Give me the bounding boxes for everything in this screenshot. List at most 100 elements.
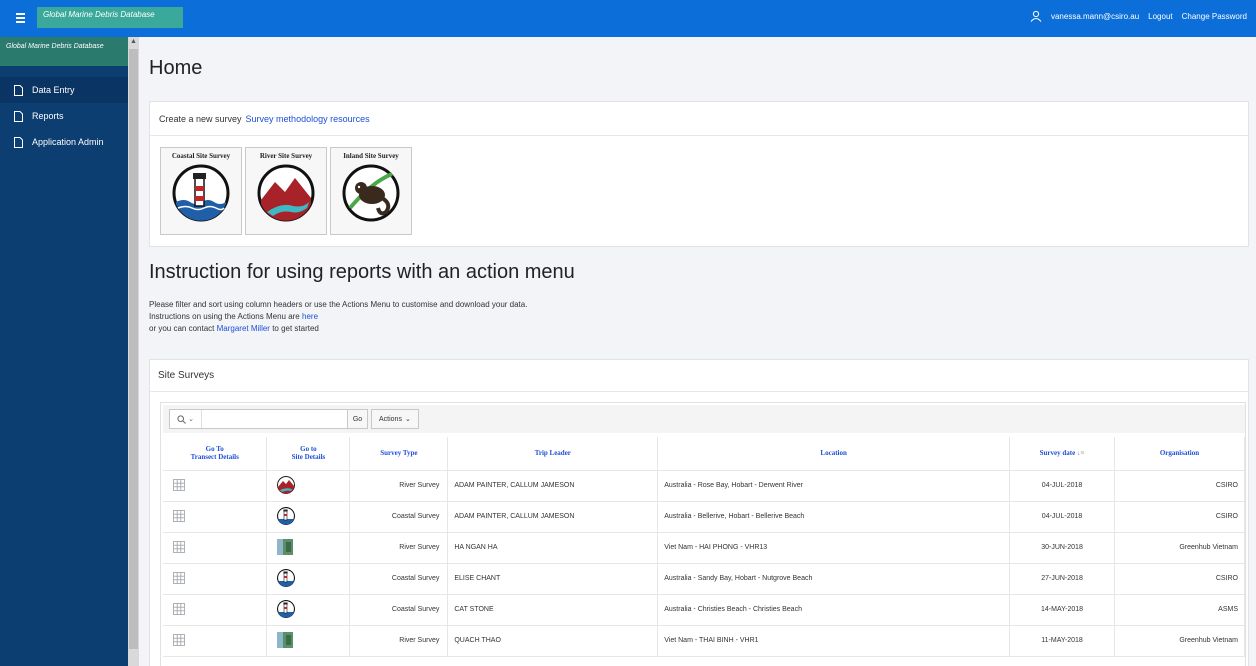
instructions-line-3-suffix: to get started: [272, 324, 319, 333]
transect-grid-icon[interactable]: [173, 509, 185, 524]
trip-leader-cell: QUACH THAO: [447, 625, 659, 657]
scroll-up-arrow-icon[interactable]: ▲: [130, 38, 137, 45]
sidebar-item-label: Data Entry: [32, 85, 75, 95]
trip-leader-cell: ELISE CHANT: [447, 563, 659, 595]
document-icon: [14, 136, 23, 148]
survey-type-cell: River Survey: [349, 532, 449, 564]
organisation-cell: ASMS: [1114, 594, 1245, 626]
lighthouse-icon[interactable]: [277, 599, 296, 620]
col-survey-date[interactable]: Survey date ↓≡: [1009, 437, 1115, 471]
location-cell: Viet Nam - HAI PHONG - VHR13: [657, 532, 1011, 564]
app-name-badge[interactable]: Global Marine Debris Database: [37, 7, 183, 28]
sidebar-item-reports[interactable]: Reports: [0, 103, 128, 129]
instructions-text: Please filter and sort using column head…: [149, 299, 527, 335]
survey-date-cell: 30-JUN-2018: [1009, 532, 1115, 564]
transect-grid-icon[interactable]: [173, 478, 185, 493]
table-row: Coastal Survey ADAM PAINTER, CALLUM JAMES…: [163, 501, 1245, 533]
create-survey-label: Create a new survey: [159, 113, 242, 124]
main-content: Home Create a new survey Survey methodol…: [139, 37, 1256, 666]
survey-date-cell: 27-JUN-2018: [1009, 563, 1115, 595]
user-icon: [1030, 10, 1042, 22]
organisation-cell: Greenhub Vietnam: [1114, 625, 1245, 657]
col-organisation[interactable]: Organisation: [1114, 437, 1245, 471]
instructions-here-link[interactable]: here: [302, 312, 318, 321]
lighthouse-icon[interactable]: [277, 506, 296, 527]
col-transect-details[interactable]: Go To Transect Details: [163, 437, 268, 471]
transect-details-cell: [163, 501, 268, 533]
site-surveys-table: Go To Transect Details Go to Site Detail…: [163, 437, 1245, 657]
photo-icon[interactable]: [277, 631, 294, 650]
col-trip-leader[interactable]: Trip Leader: [447, 437, 659, 471]
inland-survey-card[interactable]: Inland Site Survey: [330, 147, 412, 235]
location-cell: Viet Nam - THAI BINH - VHR1: [657, 625, 1011, 657]
photo-icon[interactable]: [277, 538, 294, 557]
trip-leader-cell: ADAM PAINTER, CALLUM JAMESON: [447, 501, 659, 533]
search-column-button[interactable]: ⌄: [170, 410, 202, 428]
river-icon[interactable]: [277, 475, 296, 496]
sidebar-item-data-entry[interactable]: Data Entry: [0, 77, 128, 103]
col-site-details[interactable]: Go to Site Details: [266, 437, 351, 471]
page-title: Home: [149, 57, 203, 79]
col-trip-leader-label: Trip Leader: [534, 449, 571, 458]
table-row: Coastal Survey CAT STONE Australia - Chris…: [163, 594, 1245, 626]
sidebar-item-application-admin[interactable]: Application Admin: [0, 129, 128, 155]
col-survey-type[interactable]: Survey Type: [349, 437, 449, 471]
location-cell: Australia - Rose Bay, Hobart - Derwent R…: [657, 470, 1011, 502]
site-details-cell: [266, 594, 351, 626]
col-location-label: Location: [820, 449, 847, 458]
create-survey-panel: Create a new survey Survey methodology r…: [149, 101, 1249, 247]
interactive-report: ⌄ Go Actions ⌄ Go To Transect Details Go…: [160, 402, 1246, 666]
survey-cards: Coastal Site Survey River Site Survey In…: [160, 147, 412, 235]
logout-link[interactable]: Logout: [1148, 12, 1172, 21]
col-survey-type-label: Survey Type: [380, 449, 418, 458]
instructions-title: Instruction for using reports with an ac…: [149, 261, 575, 283]
search-input[interactable]: [202, 410, 347, 428]
table-row: Coastal Survey ELISE CHANT Australia - San…: [163, 563, 1245, 595]
survey-date-cell: 11-MAY-2018: [1009, 625, 1115, 657]
chevron-down-icon: ⌄: [404, 416, 411, 423]
user-bar: vanessa.mann@csiro.au Logout Change Pass…: [1030, 10, 1247, 22]
actions-label: Actions: [379, 415, 402, 423]
col-survey-date-label: Survey date: [1039, 449, 1076, 458]
possum-icon: [342, 164, 400, 222]
sidebar-title: Global Marine Debris Database: [0, 37, 128, 66]
methodology-resources-link[interactable]: Survey methodology resources: [246, 114, 370, 124]
lighthouse-icon[interactable]: [277, 568, 296, 589]
coastal-survey-card[interactable]: Coastal Site Survey: [160, 147, 242, 235]
scroll-thumb[interactable]: [129, 49, 138, 649]
create-survey-header: Create a new survey Survey methodology r…: [150, 102, 1248, 136]
transect-details-cell: [163, 470, 268, 502]
instructions-line-3: or you can contact Margaret Miller to ge…: [149, 323, 527, 335]
survey-type-cell: Coastal Survey: [349, 501, 449, 533]
transect-grid-icon[interactable]: [173, 633, 185, 648]
transect-grid-icon[interactable]: [173, 571, 185, 586]
card-title: River Site Survey: [259, 152, 313, 160]
menu-toggle-icon[interactable]: [9, 7, 31, 29]
survey-date-cell: 04-JUL-2018: [1009, 470, 1115, 502]
lighthouse-icon: [172, 164, 230, 222]
contact-link[interactable]: Margaret Miller: [217, 324, 270, 333]
user-email: vanessa.mann@csiro.au: [1050, 11, 1140, 21]
location-cell: Australia - Bellerive, Hobart - Belleriv…: [657, 501, 1011, 533]
site-details-cell: [266, 501, 351, 533]
change-password-link[interactable]: Change Password: [1182, 12, 1247, 21]
survey-date-cell: 14-MAY-2018: [1009, 594, 1115, 626]
col-location[interactable]: Location: [657, 437, 1011, 471]
location-cell: Australia - Christies Beach - Christies …: [657, 594, 1011, 626]
search-icon: [177, 414, 186, 424]
site-surveys-title: Site Surveys: [150, 360, 1248, 392]
transect-grid-icon[interactable]: [173, 540, 185, 555]
river-icon: [257, 164, 315, 222]
site-details-cell: [266, 470, 351, 502]
actions-menu-button[interactable]: Actions ⌄: [371, 409, 419, 429]
survey-type-cell: River Survey: [349, 470, 449, 502]
site-details-cell: [266, 532, 351, 564]
instructions-line-1: Please filter and sort using column head…: [149, 300, 528, 309]
transect-grid-icon[interactable]: [173, 602, 185, 617]
site-surveys-panel: Site Surveys ⌄ Go Actions ⌄ Go To Transe…: [149, 359, 1249, 666]
river-survey-card[interactable]: River Site Survey: [245, 147, 327, 235]
document-icon: [14, 110, 23, 122]
col-site-details-label: Go to Site Details: [291, 445, 326, 462]
go-button[interactable]: Go: [348, 409, 368, 429]
sidebar-scrollbar[interactable]: ▲: [128, 37, 139, 666]
